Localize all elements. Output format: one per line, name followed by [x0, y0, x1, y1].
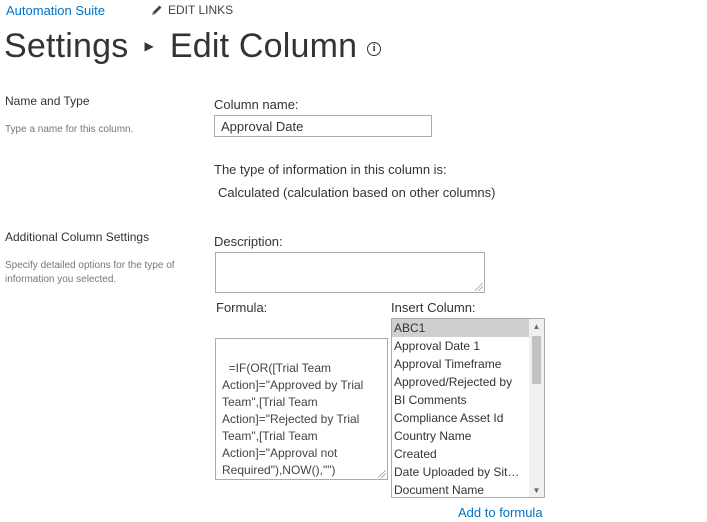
scroll-up-icon[interactable]: ▲: [529, 319, 544, 333]
insert-column-option[interactable]: Compliance Asset Id: [392, 409, 530, 427]
description-textarea[interactable]: [215, 252, 485, 293]
site-title-link[interactable]: Automation Suite: [6, 3, 105, 18]
insert-column-option[interactable]: Approved/Rejected by: [392, 373, 530, 391]
breadcrumb-current: Edit Column: [169, 27, 358, 65]
insert-column-option[interactable]: Created: [392, 445, 530, 463]
description-label: Description:: [214, 234, 283, 249]
insert-column-option[interactable]: BI Comments: [392, 391, 530, 409]
formula-value: =IF(OR([Trial Team Action]="Approved by …: [222, 361, 367, 477]
insert-column-option[interactable]: ABC1: [392, 319, 530, 337]
insert-column-listbox[interactable]: ABC1 Approval Date 1 Approval Timeframe App…: [391, 318, 545, 498]
scroll-thumb[interactable]: [532, 336, 541, 384]
insert-column-option[interactable]: Document Name: [392, 481, 530, 497]
breadcrumb-arrow-icon: ▶: [144, 39, 154, 53]
page-title: Settings ▶ Edit Column i: [4, 24, 382, 68]
name-type-section-description: Type a name for this column.: [5, 124, 134, 135]
column-type-value: Calculated (calculation based on other c…: [218, 185, 496, 200]
additional-settings-section-title: Additional Column Settings: [5, 230, 150, 244]
name-type-section-title: Name and Type: [5, 94, 90, 108]
column-name-input[interactable]: [214, 115, 432, 137]
edit-links-button[interactable]: EDIT LINKS: [151, 3, 233, 17]
additional-settings-section-description: Specify detailed options for the type of…: [5, 260, 175, 285]
insert-column-label: Insert Column:: [391, 300, 476, 315]
pencil-icon: [151, 4, 163, 16]
insert-column-option[interactable]: Approval Timeframe: [392, 355, 530, 373]
insert-column-option[interactable]: Country Name: [392, 427, 530, 445]
formula-textarea[interactable]: =IF(OR([Trial Team Action]="Approved by …: [215, 338, 388, 480]
insert-column-option[interactable]: Date Uploaded by Sit…: [392, 463, 530, 481]
formula-label: Formula:: [216, 300, 268, 315]
add-to-formula-link[interactable]: Add to formula: [458, 505, 543, 520]
resize-grip-icon[interactable]: [378, 470, 386, 478]
edit-links-label: EDIT LINKS: [168, 3, 234, 17]
insert-column-option[interactable]: Approval Date 1: [392, 337, 530, 355]
breadcrumb-settings[interactable]: Settings: [4, 24, 128, 68]
column-type-label: The type of information in this column i…: [214, 162, 447, 177]
info-icon[interactable]: i: [367, 42, 382, 56]
resize-grip-icon[interactable]: [475, 283, 483, 291]
scroll-down-icon[interactable]: ▼: [529, 483, 544, 497]
column-name-label: Column name:: [214, 97, 299, 112]
listbox-scrollbar[interactable]: ▲ ▼: [529, 319, 544, 497]
